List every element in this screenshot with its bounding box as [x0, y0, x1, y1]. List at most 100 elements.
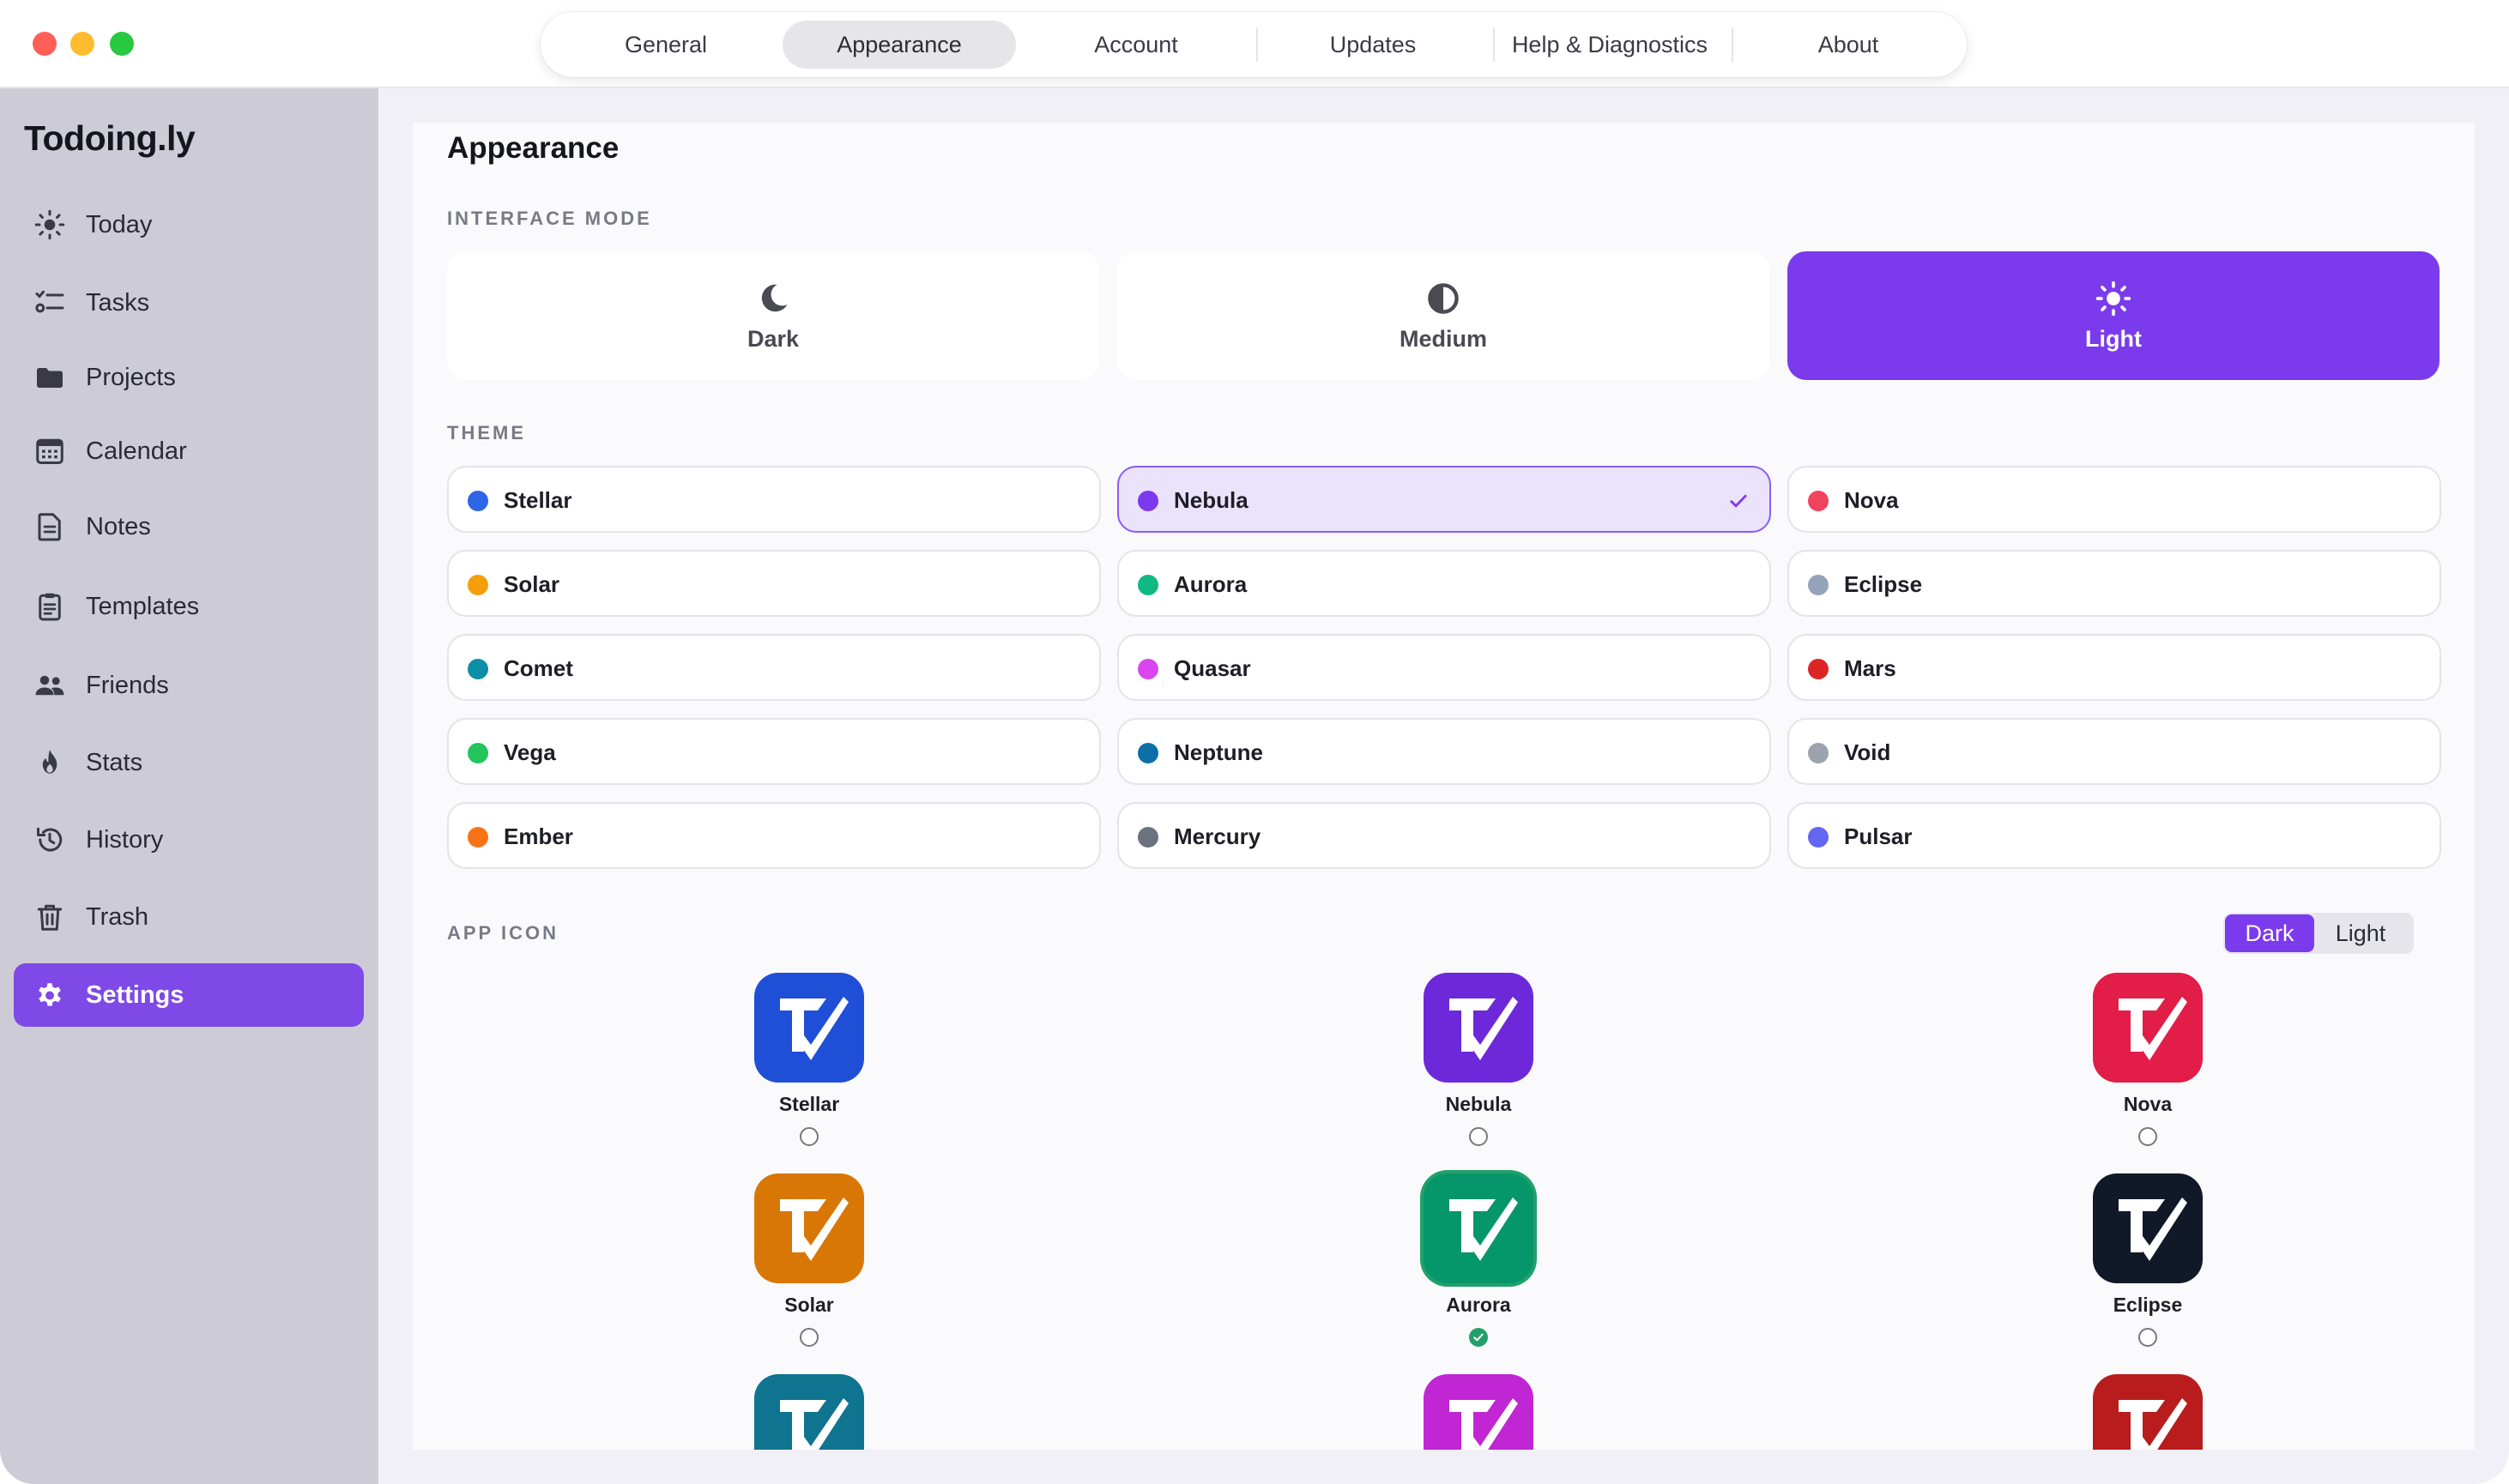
theme-name: Eclipse — [1844, 571, 1923, 597]
theme-item-neptune[interactable]: Neptune — [1117, 718, 1771, 785]
tab-updates[interactable]: Updates — [1256, 21, 1490, 69]
app-icon-mars[interactable] — [2093, 1374, 2203, 1450]
sidebar-item-trash[interactable]: Trash — [14, 885, 364, 949]
appearance-panel: Appearance INTERFACE MODE Dark Medium Li… — [413, 123, 2475, 1450]
sidebar-item-settings[interactable]: Settings — [14, 963, 364, 1027]
app-icon-light-toggle[interactable]: Light — [2316, 914, 2405, 952]
close-window-button[interactable] — [33, 32, 57, 56]
app-logo-glyph — [2119, 1398, 2187, 1450]
app-logo-glyph — [1449, 997, 1518, 1060]
theme-item-ember[interactable]: Ember — [447, 802, 1101, 869]
theme-color-dot — [468, 491, 488, 511]
sidebar: Todoing.ly Today Tasks Projects Calendar… — [0, 88, 378, 1484]
moon-icon — [761, 284, 788, 311]
sidebar-item-label: Notes — [86, 512, 151, 540]
app-logo-glyph — [780, 997, 849, 1060]
theme-item-quasar[interactable]: Quasar — [1117, 634, 1771, 701]
sidebar-item-notes[interactable]: Notes — [14, 495, 364, 558]
app-icon-radio[interactable] — [800, 1328, 819, 1347]
theme-name: Stellar — [504, 487, 572, 513]
mode-label: Dark — [747, 325, 800, 352]
app-icon-dark-toggle[interactable]: Dark — [2225, 914, 2314, 952]
theme-item-mars[interactable]: Mars — [1787, 634, 2441, 701]
sidebar-item-calendar[interactable]: Calendar — [14, 419, 364, 483]
theme-item-mercury[interactable]: Mercury — [1117, 802, 1771, 869]
tab-general[interactable]: General — [549, 21, 783, 69]
sidebar-item-history[interactable]: History — [14, 808, 364, 872]
sidebar-item-friends[interactable]: Friends — [14, 654, 364, 717]
mode-dark-option[interactable]: Dark — [447, 251, 1099, 380]
app-brand: Todoing.ly — [24, 118, 196, 158]
checkmark-icon — [1730, 494, 1747, 508]
theme-item-vega[interactable]: Vega — [447, 718, 1101, 785]
app-icon-nebula[interactable] — [1424, 973, 1533, 1083]
sidebar-item-label: Calendar — [86, 437, 187, 465]
theme-name: Void — [1844, 739, 1891, 765]
sidebar-item-label: Templates — [86, 592, 200, 620]
app-icon-style-toggle: Dark Light — [2223, 913, 2414, 954]
sidebar-item-stats[interactable]: Stats — [14, 731, 364, 794]
sidebar-item-label: Today — [86, 210, 153, 238]
sidebar-item-label: Projects — [86, 363, 176, 391]
sidebar-item-label: Trash — [86, 902, 149, 931]
theme-name: Comet — [504, 655, 573, 681]
people-icon — [35, 675, 64, 696]
sidebar-item-templates[interactable]: Templates — [14, 575, 364, 638]
theme-item-void[interactable]: Void — [1787, 718, 2441, 785]
sidebar-item-projects[interactable]: Projects — [14, 346, 364, 409]
folder-icon — [37, 368, 63, 388]
app-icon-eclipse[interactable] — [2093, 1173, 2203, 1283]
tab-help-diagnostics[interactable]: Help & Diagnostics — [1493, 21, 1726, 69]
app-icon-radio-selected[interactable] — [1469, 1328, 1488, 1347]
tab-appearance[interactable]: Appearance — [783, 21, 1016, 69]
settings-tab-bar: General Appearance Account Updates Help … — [541, 12, 1967, 77]
mode-label: Light — [2085, 325, 2142, 352]
gear-icon — [39, 983, 61, 1006]
checklist-icon — [35, 290, 64, 313]
theme-name: Neptune — [1174, 739, 1263, 765]
note-icon — [38, 513, 61, 541]
theme-color-dot — [468, 743, 488, 763]
theme-item-eclipse[interactable]: Eclipse — [1787, 550, 2441, 617]
theme-item-solar[interactable]: Solar — [447, 550, 1101, 617]
theme-name: Nebula — [1174, 487, 1248, 513]
sidebar-item-tasks[interactable]: Tasks — [14, 271, 364, 335]
sidebar-item-label: Tasks — [86, 288, 150, 317]
app-icon-radio[interactable] — [1469, 1127, 1488, 1146]
app-icon-radio[interactable] — [2138, 1328, 2157, 1347]
sidebar-item-label: Stats — [86, 748, 143, 776]
theme-color-dot — [1138, 827, 1158, 848]
app-logo-glyph — [780, 1197, 849, 1261]
theme-name: Vega — [504, 739, 556, 765]
app-logo-glyph — [780, 1398, 849, 1450]
app-icon-label-text: Stellar — [778, 1093, 840, 1115]
app-icon-quasar[interactable] — [1424, 1374, 1533, 1450]
app-icon-stellar[interactable] — [754, 973, 864, 1083]
theme-item-comet[interactable]: Comet — [447, 634, 1101, 701]
app-icon-comet[interactable] — [754, 1374, 864, 1450]
app-icon-nova[interactable] — [2093, 973, 2203, 1083]
theme-item-nebula[interactable]: Nebula — [1117, 466, 1771, 533]
interface-mode-label: INTERFACE MODE — [447, 208, 652, 229]
app-icon-aurora[interactable] — [1424, 1173, 1533, 1283]
tab-account[interactable]: Account — [1019, 21, 1253, 69]
theme-item-stellar[interactable]: Stellar — [447, 466, 1101, 533]
app-icon-radio[interactable] — [2138, 1127, 2157, 1146]
clipboard-icon — [39, 593, 61, 621]
app-icon-radio[interactable] — [800, 1127, 819, 1146]
minimize-window-button[interactable] — [70, 32, 94, 56]
flame-icon — [42, 750, 57, 774]
theme-item-nova[interactable]: Nova — [1787, 466, 2441, 533]
tab-about[interactable]: About — [1732, 21, 1965, 69]
app-icon-solar[interactable] — [754, 1173, 864, 1283]
theme-item-aurora[interactable]: Aurora — [1117, 550, 1771, 617]
zoom-window-button[interactable] — [110, 32, 134, 56]
sun-icon — [34, 209, 65, 240]
mode-medium-option[interactable]: Medium — [1117, 251, 1769, 380]
sidebar-item-today[interactable]: Today — [14, 193, 364, 256]
theme-color-dot — [1138, 743, 1158, 763]
theme-item-pulsar[interactable]: Pulsar — [1787, 802, 2441, 869]
mode-light-option[interactable]: Light — [1787, 251, 2439, 380]
theme-name: Aurora — [1174, 571, 1248, 597]
theme-color-dot — [1808, 659, 1829, 679]
